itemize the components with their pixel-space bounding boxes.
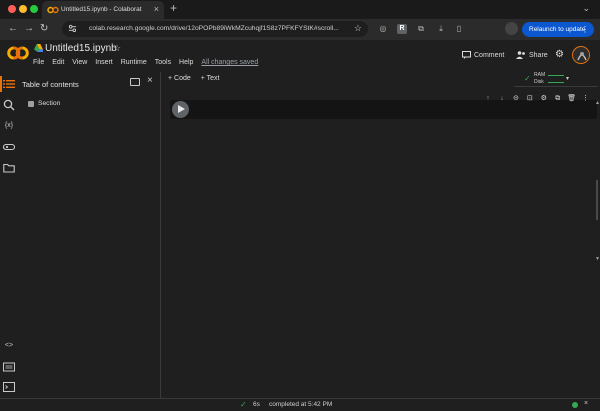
comment-icon	[462, 51, 471, 59]
menu-bar: File Edit View Insert Runtime Tools Help…	[33, 59, 258, 66]
add-text-button[interactable]: + Text	[201, 75, 220, 82]
notebook-title[interactable]: Untitled15.ipynb	[45, 43, 117, 54]
extension-icon[interactable]: ◎	[378, 24, 388, 34]
tab-close-icon[interactable]: ×	[154, 4, 159, 14]
scroll-down-arrow-icon[interactable]: ▼	[595, 256, 600, 262]
code-snippets-icon[interactable]: <>	[3, 340, 15, 352]
share-people-icon	[516, 51, 525, 59]
toolbar-divider	[514, 86, 598, 87]
extensions-puzzle-icon[interactable]: ⧉	[416, 24, 426, 34]
comment-cell-icon[interactable]: ⊡	[524, 94, 536, 104]
execution-status-text[interactable]: completed at 5:42 PM	[269, 401, 332, 408]
delete-cell-icon[interactable]: 🗑	[566, 94, 578, 104]
link-icon[interactable]: ⊝	[510, 94, 522, 104]
browser-tab-strip: Untitled15.ipynb - Colaborat × + ⌄	[0, 0, 600, 19]
site-info-icon[interactable]	[68, 24, 77, 33]
secrets-key-icon[interactable]	[3, 141, 15, 153]
chevron-down-icon[interactable]: ▾	[566, 75, 569, 82]
tab-search-icon[interactable]: ⌄	[582, 3, 590, 14]
window-minimize-button[interactable]	[19, 5, 27, 13]
settings-gear-icon[interactable]: ⚙	[555, 49, 564, 60]
toc-close-icon[interactable]: ×	[147, 75, 153, 86]
user-avatar[interactable]	[572, 46, 590, 64]
section-icon	[28, 100, 34, 107]
menu-tools[interactable]: Tools	[155, 59, 171, 66]
cell-toolbar: ↑ ↓ ⊝ ⊡ ⚙ ⧉ 🗑 ⋮	[482, 94, 592, 106]
window-close-button[interactable]	[8, 5, 16, 13]
toc-panel: Table of contents × Section	[18, 72, 161, 398]
more-menu-icon[interactable]: ⋮	[581, 22, 589, 37]
mirror-cell-icon[interactable]: ⧉	[552, 94, 564, 104]
move-down-icon[interactable]: ↓	[496, 94, 508, 104]
disk-label: Disk	[534, 79, 544, 85]
save-status-link[interactable]: All changes saved	[201, 59, 258, 66]
menu-runtime[interactable]: Runtime	[121, 59, 147, 66]
address-bar[interactable]: colab.research.google.com/drive/12oPOPb8…	[62, 21, 368, 37]
open-in-tab-icon[interactable]	[130, 78, 140, 86]
extension-r-icon[interactable]: R	[397, 24, 407, 34]
colab-favicon-icon	[47, 6, 59, 14]
back-icon[interactable]: ←	[8, 23, 18, 34]
ram-label: RAM	[534, 72, 546, 78]
menu-help[interactable]: Help	[179, 59, 193, 66]
left-icon-rail: {x} <>	[0, 72, 18, 398]
relaunch-button[interactable]: Relaunch to update ⋮	[522, 22, 594, 37]
scroll-up-arrow-icon[interactable]: ▲	[595, 100, 600, 106]
notebook-toolbar: + Code + Text	[168, 75, 227, 82]
status-close-icon[interactable]: ×	[584, 400, 588, 407]
toc-section-label: Section	[38, 100, 61, 107]
active-indicator	[0, 76, 2, 92]
browser-toolbar: ← → ↻ colab.research.google.com/drive/12…	[0, 19, 600, 40]
toc-title: Table of contents	[22, 80, 79, 89]
bookmark-star-icon[interactable]: ☆	[354, 23, 362, 34]
reload-icon[interactable]: ↻	[40, 23, 48, 34]
command-palette-icon[interactable]	[3, 361, 15, 373]
disk-bar	[548, 82, 564, 83]
new-tab-button[interactable]: +	[170, 1, 177, 15]
execution-duration: 6s	[253, 401, 260, 408]
status-check-icon: ✓	[240, 400, 247, 409]
tab-title: Untitled15.ipynb - Colaborat	[61, 6, 142, 13]
variables-icon[interactable]: {x}	[3, 120, 15, 132]
share-button[interactable]: Share	[516, 51, 548, 59]
run-cell-button[interactable]	[172, 101, 189, 118]
play-icon	[178, 105, 185, 113]
profile-avatar[interactable]	[505, 22, 518, 35]
terminal-icon[interactable]	[3, 381, 15, 393]
url-text: colab.research.google.com/drive/12oPOPb8…	[89, 25, 339, 32]
download-icon[interactable]: ⤓	[436, 24, 446, 34]
ram-bar	[548, 75, 564, 76]
cell-settings-icon[interactable]: ⚙	[538, 94, 550, 104]
side-panel-icon[interactable]: ▯	[454, 24, 464, 34]
comment-label: Comment	[474, 51, 505, 59]
search-icon[interactable]	[3, 99, 15, 111]
status-bar: ✓ 6s completed at 5:42 PM ×	[0, 398, 600, 411]
toc-section-item[interactable]: Section	[28, 100, 60, 107]
connection-status-dot	[572, 402, 578, 408]
relaunch-label: Relaunch to update	[529, 26, 586, 33]
scrollbar-thumb[interactable]	[596, 180, 598, 220]
colab-header: Untitled15.ipynb ☆ File Edit View Insert…	[0, 40, 600, 72]
resources-indicator[interactable]: ✓ RAM Disk ▾	[524, 72, 584, 87]
move-up-icon[interactable]: ↑	[482, 94, 494, 104]
menu-view[interactable]: View	[72, 59, 87, 66]
drive-icon	[34, 44, 43, 52]
menu-insert[interactable]: Insert	[95, 59, 113, 66]
add-code-button[interactable]: + Code	[168, 75, 191, 82]
avatar-image	[573, 47, 589, 63]
colab-logo-icon[interactable]	[7, 46, 29, 60]
files-folder-icon[interactable]	[3, 162, 15, 174]
connected-check-icon: ✓	[524, 74, 531, 83]
forward-icon[interactable]: →	[24, 23, 34, 34]
toc-icon[interactable]	[3, 78, 15, 90]
menu-edit[interactable]: Edit	[52, 59, 64, 66]
notebook-area: + Code + Text ✓ RAM Disk ▾ ↑ ↓ ⊝ ⊡ ⚙ ⧉ 🗑…	[162, 72, 600, 398]
comment-button[interactable]: Comment	[462, 51, 504, 59]
window-zoom-button[interactable]	[30, 5, 38, 13]
browser-tab-colab[interactable]: Untitled15.ipynb - Colaborat ×	[42, 1, 164, 19]
menu-file[interactable]: File	[33, 59, 44, 66]
share-label: Share	[529, 51, 548, 59]
star-icon[interactable]: ☆	[113, 43, 121, 54]
more-options-icon[interactable]: ⋮	[580, 94, 592, 104]
